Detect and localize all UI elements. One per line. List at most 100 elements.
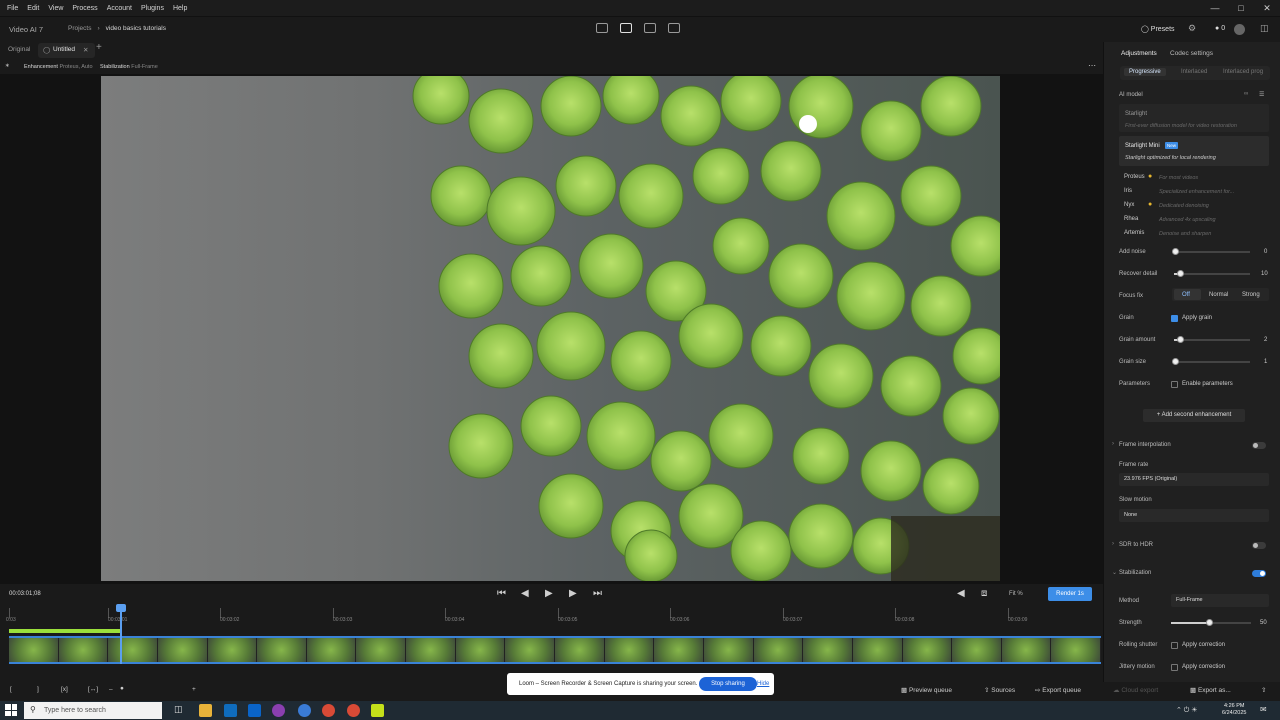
maximize-icon[interactable]: □ [1228,0,1254,17]
jittery-motion-checkbox[interactable] [1171,664,1178,671]
skip-end-icon[interactable]: ⏭ [593,588,602,599]
loom-icon[interactable] [272,704,285,717]
tab-codec-settings[interactable]: Codec settings [1170,50,1213,57]
strength-slider[interactable] [1171,619,1251,626]
step-back-icon[interactable]: ◀ [521,588,529,599]
export-queue-button[interactable]: ⇨ Export queue [1035,686,1081,694]
playhead[interactable] [120,606,122,664]
model-nyx[interactable]: Nyx [1124,202,1134,208]
model-iris[interactable]: Iris [1124,188,1132,194]
chevron-right-icon[interactable]: › [1112,441,1114,447]
apply-grain-checkbox[interactable] [1171,315,1178,322]
hide-link[interactable]: Hide [757,681,769,687]
windows-start-icon[interactable] [5,704,17,716]
grain-amount-slider[interactable] [1174,336,1250,343]
chevron-down-icon[interactable]: ⌄ [1112,569,1117,576]
view-crop-icon[interactable] [596,23,608,33]
preview-queue-button[interactable]: ▩ Preview queue [901,686,952,694]
zoom-in-icon[interactable]: + [192,686,196,693]
presets-button[interactable]: ◯ Presets [1141,25,1175,33]
zoom-slider-knob[interactable]: ● [120,685,124,692]
model-artemis[interactable]: Artemis [1124,230,1144,236]
video-viewer[interactable] [0,74,1103,584]
menu-account[interactable]: Account [107,5,132,12]
stop-sharing-button[interactable]: Stop sharing [699,677,757,691]
more-options-icon[interactable]: ⋯ [1088,61,1096,70]
stabilization-toggle[interactable] [1252,570,1266,577]
frame-rate-select[interactable]: 23.976 FPS (Original) [1119,473,1269,486]
mark-out-icon[interactable]: ] [37,686,39,693]
zoom-out-icon[interactable]: – [109,686,113,693]
topaz-icon[interactable] [371,704,384,717]
sdr-to-hdr-toggle[interactable] [1252,542,1266,549]
focus-fix-off[interactable]: Off [1182,292,1190,298]
mode-interlaced[interactable]: Interlaced [1181,69,1207,75]
menu-plugins[interactable]: Plugins [141,5,164,12]
playhead-handle[interactable] [116,604,126,612]
add-second-enhancement-button[interactable]: + Add second enhancement [1143,409,1245,422]
app-icon[interactable] [298,704,311,717]
recover-detail-slider[interactable] [1174,270,1250,277]
timeline-track[interactable] [9,636,1101,664]
add-noise-slider[interactable] [1172,248,1250,255]
step-forward-icon[interactable]: ▶ [569,588,577,599]
sources-button[interactable]: ⇧ Sources [984,686,1015,694]
cloud-export-button[interactable]: ☁ Cloud export [1113,686,1158,694]
mode-progressive[interactable]: Progressive [1124,68,1166,76]
menu-edit[interactable]: Edit [27,5,39,12]
chrome-icon[interactable] [322,704,335,717]
file-explorer-icon[interactable] [199,704,212,717]
menu-view[interactable]: View [48,5,63,12]
view-single-icon[interactable] [620,23,632,33]
render-button[interactable]: Render 1s [1048,587,1092,601]
breadcrumb-projects[interactable]: Projects [68,25,91,32]
menu-file[interactable]: File [7,5,18,12]
tray-icons[interactable]: ⌃ ⏻ ☀ [1176,706,1198,715]
outlook-icon[interactable] [248,704,261,717]
rolling-shutter-checkbox[interactable] [1171,642,1178,649]
menu-help[interactable]: Help [173,5,187,12]
volume-icon[interactable]: ◀ [957,588,965,599]
crop-icon[interactable]: ⧈ [981,588,987,599]
chevron-right-icon[interactable]: › [1112,541,1114,547]
tab-close-icon[interactable]: ✕ [83,46,88,54]
method-select[interactable]: Full-Frame [1171,594,1269,607]
share-icon[interactable]: ⇧ [1261,686,1266,694]
focus-fix-normal[interactable]: Normal [1209,292,1228,298]
close-icon[interactable]: ✕ [1254,0,1280,17]
skip-start-icon[interactable]: ⏮ [497,588,506,599]
menu-process[interactable]: Process [72,5,97,12]
gear-icon[interactable]: ⚙ [1188,23,1196,34]
minimize-icon[interactable]: — [1202,0,1228,17]
frame-interpolation-toggle[interactable] [1252,442,1266,449]
store-icon[interactable] [224,704,237,717]
notification-icon[interactable]: ✉ [1260,705,1267,714]
tab-adjustments[interactable]: Adjustments [1121,50,1157,57]
export-as-button[interactable]: ▩ Export as... [1190,686,1231,694]
task-view-icon[interactable]: ◫ [174,704,187,717]
breadcrumb-current[interactable]: video basics tutorials [106,25,166,32]
focus-fix-strong[interactable]: Strong [1242,292,1260,298]
taskbar-clock[interactable]: 4:26 PM 6/24/2025 [1222,703,1246,717]
mark-in-icon[interactable]: [ [10,686,12,693]
avatar[interactable] [1234,24,1245,35]
mode-interlaced-progressive[interactable]: Interlaced prog [1223,69,1263,75]
enable-parameters-checkbox[interactable] [1171,381,1178,388]
view-side-by-side-icon[interactable] [668,23,680,33]
play-icon[interactable]: ▶ [545,588,553,599]
slow-motion-select[interactable]: None [1119,509,1269,522]
tab-original[interactable]: Original [8,46,30,53]
list-icon[interactable]: ☰ [1259,91,1264,98]
clear-range-icon[interactable]: [x] [61,686,68,693]
add-tab-icon[interactable]: + [96,42,102,53]
panel-toggle-icon[interactable]: ◫ [1260,23,1269,34]
model-starlight-mini[interactable] [1119,136,1269,166]
range-icon[interactable]: [↔] [88,686,98,693]
model-proteus[interactable]: Proteus [1124,174,1145,180]
link-icon[interactable]: ∞ [1244,91,1248,97]
model-rhea[interactable]: Rhea [1124,216,1138,222]
zoom-fit-select[interactable]: Fit % [1009,591,1023,597]
taskbar-search-input[interactable]: Type here to search [24,702,162,719]
timeline-ruler[interactable]: 0:03 00:03:01 00:03:02 00:03:03 00:03:04… [0,606,1103,630]
chrome-icon-2[interactable] [347,704,360,717]
